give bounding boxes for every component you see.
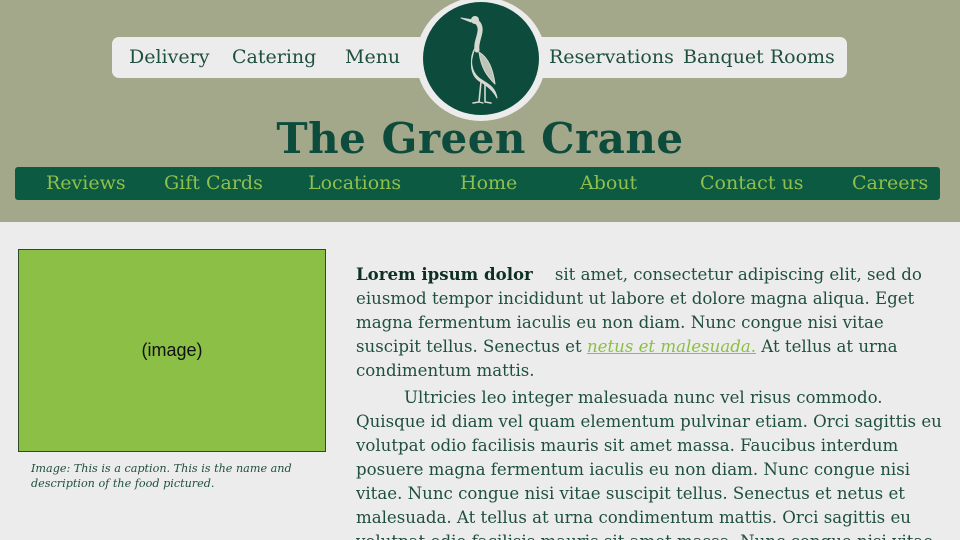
main-nav-contact-us[interactable]: Contact us [700,167,803,200]
top-nav-reservations[interactable]: Reservations [549,37,674,78]
main-nav-reviews[interactable]: Reviews [46,167,126,200]
main-nav-about[interactable]: About [580,167,637,200]
main-nav-home[interactable]: Home [460,167,517,200]
article-paragraph-2: Ultricies leo integer malesuada nunc vel… [356,388,942,540]
article-lead: Lorem ipsum dolor [356,264,533,284]
main-nav-locations[interactable]: Locations [308,167,401,200]
top-nav-delivery[interactable]: Delivery [129,37,209,78]
article-paragraph-1: Lorem ipsum dolor sit amet, consectetur a… [356,262,948,383]
top-nav-menu[interactable]: Menu [345,37,400,78]
main-nav-gift-cards[interactable]: Gift Cards [164,167,263,200]
main-nav-careers[interactable]: Careers [852,167,928,200]
article: Lorem ipsum dolor sit amet, consectetur a… [356,262,948,540]
image-placeholder-label: (image) [141,340,203,360]
main-nav: Reviews Gift Cards Locations Home About … [15,167,940,200]
image-caption: Image: This is a caption. This is the na… [31,462,292,490]
site-title: The Green Crane [276,114,684,163]
top-nav-catering[interactable]: Catering [232,37,316,78]
site-header: Delivery Catering Menu Reservations Banq… [0,0,960,222]
crane-icon [460,16,498,104]
food-image: (image) [18,249,326,452]
logo[interactable] [423,2,539,115]
article-inline-link[interactable]: netus et malesuada. [587,337,756,356]
top-nav-banquet-rooms[interactable]: Banquet Rooms [683,37,835,78]
